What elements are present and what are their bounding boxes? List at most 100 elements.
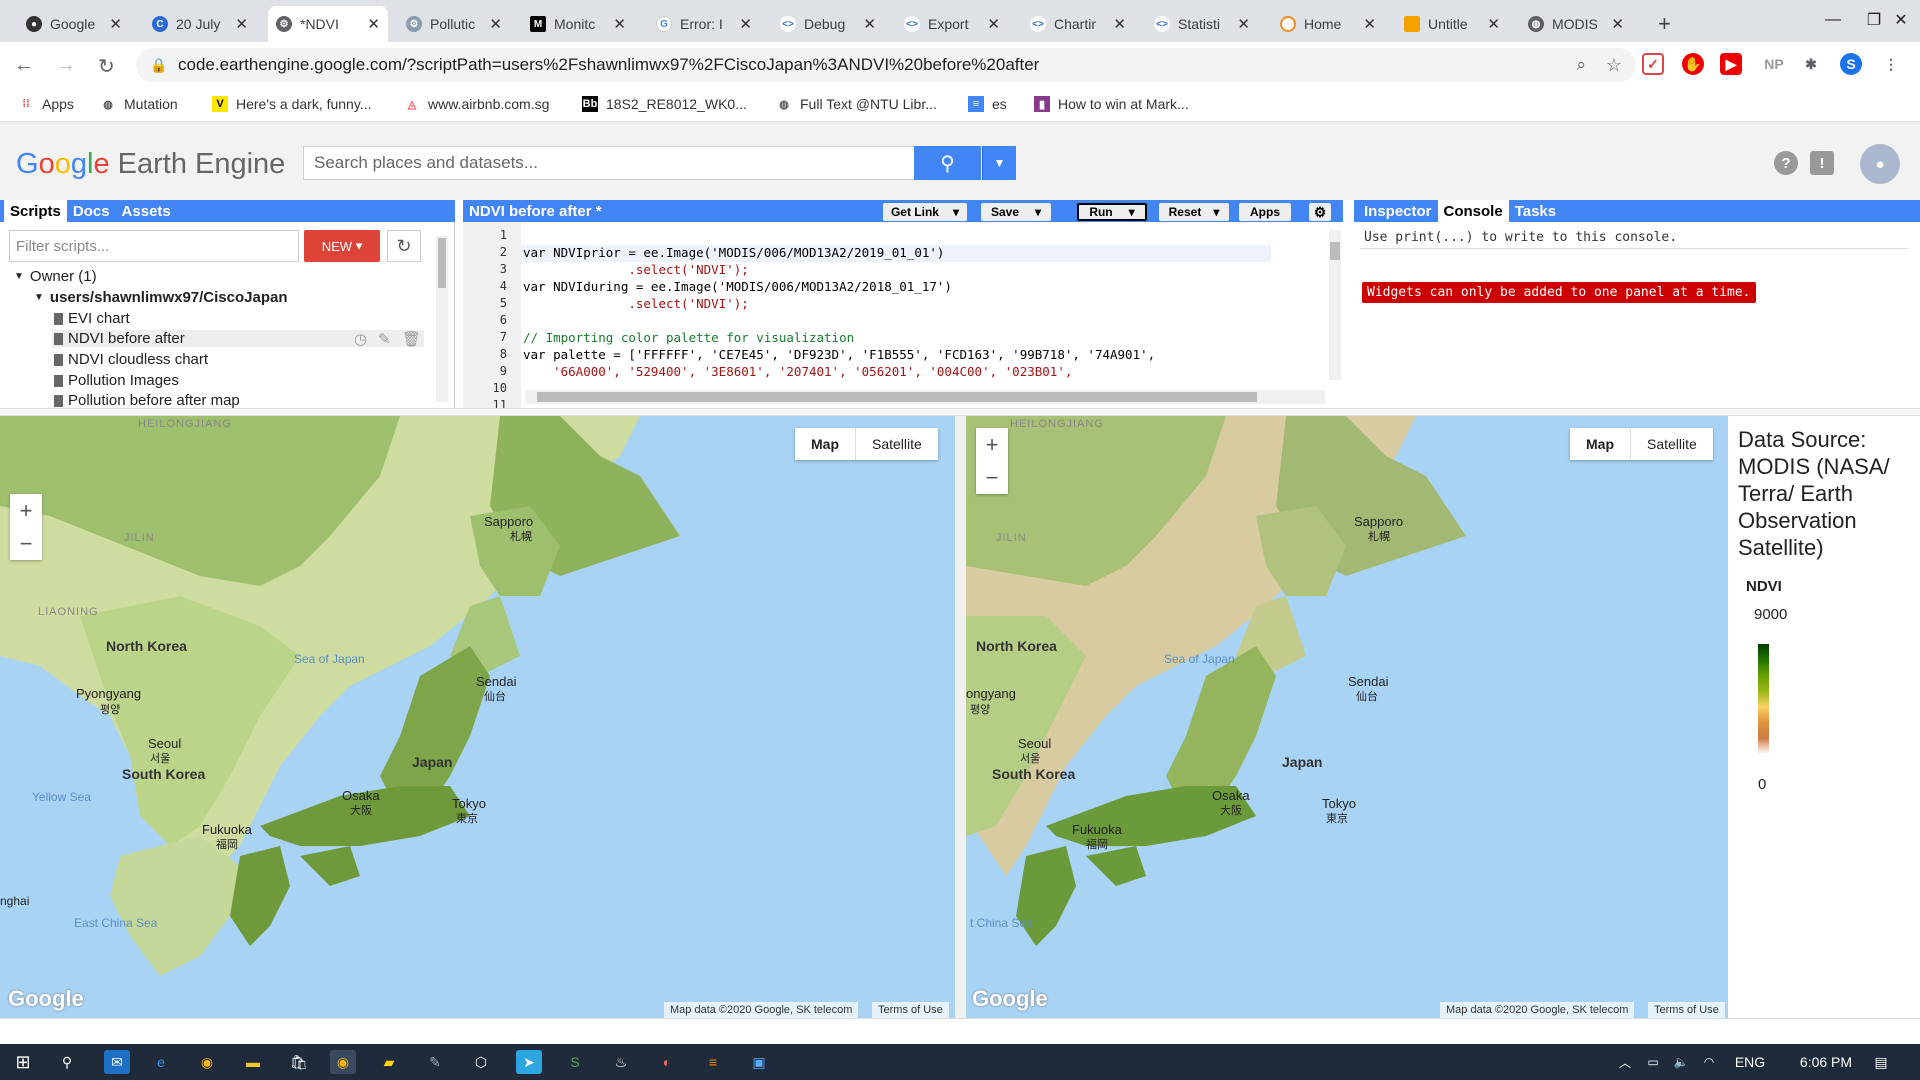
browser-tab[interactable]: ⚙ Pollutic ✕ xyxy=(398,6,510,42)
menu-icon[interactable]: ⋮ xyxy=(1880,53,1902,75)
search-icon[interactable]: ⚲ xyxy=(54,1050,80,1074)
close-icon[interactable]: ✕ xyxy=(739,15,752,33)
close-icon[interactable]: ✕ xyxy=(1487,15,1500,33)
bookmark-item[interactable]: ◬ www.airbnb.com.sg xyxy=(404,96,550,112)
terms-of-use-link[interactable]: Terms of Use xyxy=(872,1002,949,1018)
bookmark-apps[interactable]: ⁞⁞ Apps xyxy=(18,96,74,112)
tab-scripts[interactable]: Scripts xyxy=(4,200,67,222)
edge-icon[interactable]: e xyxy=(148,1050,174,1074)
code-line[interactable]: '66A000', '529400', '3E8601', '207401', … xyxy=(523,364,1072,379)
terms-of-use-link[interactable]: Terms of Use xyxy=(1648,1002,1725,1018)
browser-tab[interactable]: ● Google ✕ xyxy=(18,6,130,42)
tab-inspector[interactable]: Inspector xyxy=(1358,200,1438,222)
notifications-icon[interactable]: ▤ xyxy=(1868,1050,1894,1074)
search-input[interactable]: Search places and datasets... xyxy=(303,146,915,180)
skype-icon[interactable]: S xyxy=(562,1050,588,1074)
account-avatar[interactable]: ● xyxy=(1860,144,1900,184)
filter-scripts-input[interactable]: Filter scripts... xyxy=(9,230,299,262)
language-indicator[interactable]: ENG xyxy=(1730,1050,1770,1074)
browser-tab[interactable]: Untitle ✕ xyxy=(1396,6,1508,42)
close-icon[interactable]: ✕ xyxy=(987,15,1000,33)
settings-gear-icon[interactable]: ⚙ xyxy=(1309,203,1331,221)
bookmark-item[interactable]: ≡ es xyxy=(968,96,1007,112)
script-item-active[interactable]: NDVI before after ◷ ✎ 🗑 xyxy=(52,330,424,348)
notepad-icon[interactable]: ✎ xyxy=(422,1050,448,1074)
tab-console[interactable]: Console xyxy=(1437,200,1509,222)
battery-icon[interactable]: ▭ xyxy=(1640,1050,1666,1074)
delete-icon[interactable]: 🗑 xyxy=(402,330,421,348)
close-icon[interactable]: ✕ xyxy=(109,15,122,33)
browser-tab-active[interactable]: ⚙ *NDVI ✕ xyxy=(268,6,388,42)
clock[interactable]: 6:06 PM xyxy=(1790,1050,1862,1074)
map-button[interactable]: Map xyxy=(795,428,855,460)
minimize-icon[interactable]: — xyxy=(1810,0,1856,40)
tab-tasks[interactable]: Tasks xyxy=(1509,200,1562,222)
browser-tab[interactable]: <> Export ✕ xyxy=(896,6,1008,42)
tab-assets[interactable]: Assets xyxy=(116,200,177,222)
app-icon[interactable]: ≡ xyxy=(700,1050,726,1074)
satellite-button[interactable]: Satellite xyxy=(1630,428,1713,460)
browser-tab[interactable]: <> Chartir ✕ xyxy=(1022,6,1134,42)
close-icon[interactable]: ✕ xyxy=(1611,15,1624,33)
editor-horizontal-scrollbar[interactable] xyxy=(525,390,1325,404)
file-explorer-icon[interactable]: ▬ xyxy=(240,1050,266,1074)
close-icon[interactable]: ✕ xyxy=(235,15,248,33)
save-button[interactable]: Save ▾ xyxy=(981,203,1051,221)
close-icon[interactable]: ✕ xyxy=(1363,15,1376,33)
browser-tab[interactable]: C 20 July ✕ xyxy=(144,6,256,42)
apps-button[interactable]: Apps xyxy=(1239,203,1291,221)
new-button[interactable]: NEW ▾ xyxy=(304,230,380,262)
feedback-icon[interactable]: ! xyxy=(1810,151,1834,175)
tree-owner[interactable]: ▼ Owner (1) xyxy=(14,268,97,285)
browser-tab[interactable]: Home ✕ xyxy=(1272,6,1384,42)
steam-icon[interactable]: ♨ xyxy=(608,1050,634,1074)
extensions-icon[interactable]: ✱ xyxy=(1800,53,1822,75)
zoom-in-button[interactable]: + xyxy=(986,432,999,458)
close-icon[interactable]: ✕ xyxy=(489,15,502,33)
script-item[interactable]: EVI chart xyxy=(54,310,130,327)
browser-tab[interactable]: M Monitc ✕ xyxy=(522,6,634,42)
close-icon[interactable]: ✕ xyxy=(613,15,626,33)
run-button[interactable]: Run ▾ xyxy=(1077,203,1147,221)
bookmark-item[interactable]: ▮ How to win at Mark... xyxy=(1034,96,1189,112)
get-link-button[interactable]: Get Link ▾ xyxy=(883,203,967,221)
browser-tab[interactable]: G Error: I ✕ xyxy=(648,6,760,42)
zoom-out-button[interactable]: − xyxy=(986,465,999,491)
code-editor[interactable]: 1 2 3 4 5 6 7 8 9 10 11 var NDVIprior = … xyxy=(463,222,1343,408)
map-left[interactable]: Map Satellite + − HEILONGJIANG JILIN LIA… xyxy=(0,416,955,1018)
zoom-icon[interactable]: ⌕ xyxy=(1576,55,1586,75)
editor-vertical-scrollbar[interactable] xyxy=(1329,230,1341,380)
help-icon[interactable]: ? xyxy=(1774,151,1798,175)
star-icon[interactable]: ☆ xyxy=(1606,55,1622,76)
browser-tab[interactable]: ◍ MODIS ✕ xyxy=(1520,6,1632,42)
code-line[interactable]: var NDVIprior = ee.Image('MODIS/006/MOD1… xyxy=(523,245,944,260)
tab-docs[interactable]: Docs xyxy=(67,200,116,222)
search-dropdown-button[interactable]: ▼ xyxy=(982,146,1016,180)
volume-icon[interactable]: 🔈 xyxy=(1668,1050,1694,1074)
bookmark-item[interactable]: Bb 18S2_RE8012_WK0... xyxy=(582,96,747,112)
code-comment-line[interactable]: // Importing color palette for visualiza… xyxy=(523,330,854,345)
reload-icon[interactable]: ↻ xyxy=(98,54,115,79)
close-icon[interactable]: ✕ xyxy=(1113,15,1126,33)
color-app-icon[interactable]: ◐ xyxy=(654,1050,680,1074)
close-icon[interactable]: ✕ xyxy=(863,15,876,33)
code-line[interactable]: var palette = ['FFFFFF', 'CE7E45', 'DF92… xyxy=(523,347,1155,362)
chrome-icon[interactable]: ◉ xyxy=(330,1050,356,1074)
map-right[interactable]: Map Satellite + − HEILONGJIANG JILIN Nor… xyxy=(966,416,1728,1018)
telegram-icon[interactable]: ➤ xyxy=(516,1050,542,1074)
zoom-in-button[interactable]: + xyxy=(20,498,33,524)
mail-icon[interactable]: ✉ xyxy=(104,1050,130,1074)
store-icon[interactable]: 🛍 xyxy=(286,1050,312,1074)
script-item[interactable]: Pollution Images xyxy=(54,372,179,389)
pocket-icon[interactable]: ✓ xyxy=(1642,53,1664,75)
script-item[interactable]: Pollution before after map xyxy=(54,393,240,408)
wifi-icon[interactable]: ◠ xyxy=(1696,1050,1722,1074)
forward-icon[interactable]: → xyxy=(56,54,76,77)
code-line[interactable]: .select('NDVI'); xyxy=(523,296,748,311)
map-split-handle[interactable] xyxy=(955,416,966,1018)
code-line[interactable]: .select('NDVI'); xyxy=(523,262,748,277)
adblock-icon[interactable]: ✋ xyxy=(1682,53,1704,75)
bookmark-item[interactable]: V Here's a dark, funny... xyxy=(212,96,371,112)
browser-tab[interactable]: <> Statisti ✕ xyxy=(1146,6,1258,42)
tray-chevron-icon[interactable]: ︿ xyxy=(1612,1050,1638,1074)
